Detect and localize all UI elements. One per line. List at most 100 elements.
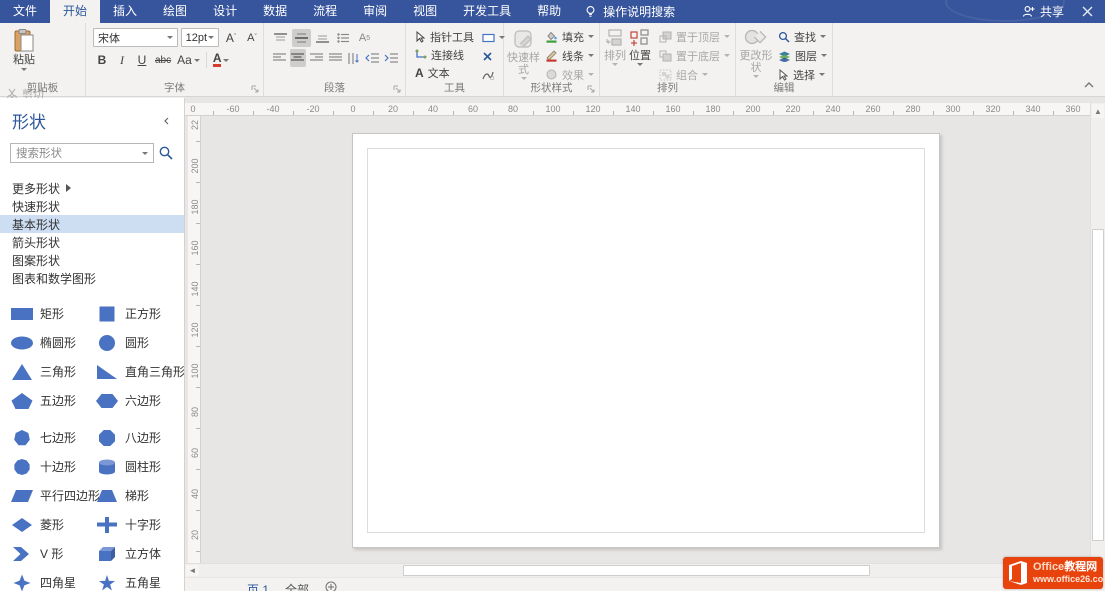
tab-10[interactable]: 帮助 (524, 0, 574, 23)
align-center-button[interactable] (290, 49, 307, 67)
close-icon[interactable] (1082, 6, 1093, 17)
tab-1[interactable]: 开始 (50, 0, 100, 23)
shape-category-0[interactable]: 更多形状 (0, 179, 184, 197)
underline-button[interactable]: U (133, 51, 151, 69)
quick-styles-button[interactable]: 快速样式 (507, 26, 540, 83)
change-case-button[interactable]: Aa (175, 51, 202, 69)
align-right-button[interactable] (308, 49, 325, 67)
italic-button[interactable]: I (113, 51, 131, 69)
ribbon-filler (833, 23, 1105, 96)
drawing-page[interactable] (352, 133, 940, 548)
page-tab[interactable]: 页 1 (247, 581, 269, 591)
find-button[interactable]: 查找 (775, 28, 830, 45)
shape-item-decagon[interactable]: 十边形 (0, 452, 85, 481)
horizontal-scrollbar[interactable]: ◄ (185, 563, 1090, 577)
shape-category-5[interactable]: 图表和数学图形 (0, 269, 184, 287)
bold-button[interactable]: B (93, 51, 111, 69)
insert-page-icon[interactable] (325, 581, 337, 591)
scroll-up-button[interactable]: ▲ (1092, 104, 1104, 118)
align-top-button[interactable] (271, 29, 290, 47)
shape-item-star5[interactable]: 五角星 (85, 568, 170, 591)
bring-to-front-button[interactable]: 置于顶层 (656, 28, 733, 45)
shrink-font-button[interactable]: Aˇ (243, 29, 261, 47)
shape-item-heptagon[interactable]: 七边形 (0, 423, 85, 452)
shape-style-dialog-launcher[interactable] (587, 85, 596, 94)
shape-item-chevron[interactable]: V 形 (0, 539, 85, 568)
align-button[interactable]: 排列 (603, 26, 627, 83)
text-tool-button[interactable]: A 文本 (413, 64, 476, 81)
fill-button[interactable]: 填充 (542, 28, 597, 45)
bullets-button[interactable] (334, 29, 353, 47)
shape-item-trapezoid[interactable]: 梯形 (85, 481, 170, 510)
font-size-combo[interactable]: 12pt (181, 28, 219, 47)
shape-item-star4[interactable]: 四角星 (0, 568, 85, 591)
shape-category-label: 图表和数学图形 (12, 270, 96, 287)
shape-category-2[interactable]: 基本形状 (0, 215, 184, 233)
scroll-left-button[interactable]: ◄ (186, 565, 199, 576)
strikethrough-button[interactable]: abc (153, 51, 173, 69)
font-name-combo[interactable]: 宋体 (93, 28, 178, 47)
font-color-button[interactable]: A (211, 51, 232, 69)
horizontal-scroll-thumb[interactable] (403, 565, 870, 576)
all-pages-tab[interactable]: 全部 (285, 581, 309, 591)
search-shapes-input[interactable]: 搜索形状 (10, 143, 154, 163)
shape-category-1[interactable]: 快速形状 (0, 197, 184, 215)
text-size-button[interactable]: A5 (355, 29, 374, 47)
shape-item-rect[interactable]: 矩形 (0, 299, 85, 328)
search-icon[interactable] (158, 145, 174, 161)
increase-indent-button[interactable] (382, 49, 399, 67)
paste-button[interactable]: 粘贴 (3, 26, 45, 83)
tab-5[interactable]: 数据 (250, 0, 300, 23)
shape-item-circle[interactable]: 圆形 (85, 328, 170, 357)
shape-item-octagon[interactable]: 八边形 (85, 423, 170, 452)
drawing-canvas-area: 0-60-40-20020406080100120140160180200220… (185, 97, 1105, 591)
pointer-tool-button[interactable]: 指针工具 (413, 28, 476, 45)
justify-button[interactable] (327, 49, 344, 67)
align-label: 排列 (604, 50, 626, 62)
shape-item-cross[interactable]: 十字形 (85, 510, 170, 539)
change-shape-button[interactable]: 更改形状 (739, 26, 773, 83)
shape-category-4[interactable]: 图案形状 (0, 251, 184, 269)
paragraph-dialog-launcher[interactable] (393, 85, 402, 94)
tab-9[interactable]: 开发工具 (450, 0, 524, 23)
paste-icon (11, 28, 37, 54)
tell-me-box[interactable]: 操作说明搜索 (574, 0, 685, 23)
layers-button[interactable]: 图层 (775, 47, 830, 64)
tab-7[interactable]: 审阅 (350, 0, 400, 23)
shape-item-hexagon[interactable]: 六边形 (85, 386, 170, 415)
connection-point-tool-button[interactable] (480, 48, 507, 65)
tab-6[interactable]: 流程 (300, 0, 350, 23)
align-bottom-button[interactable] (313, 29, 332, 47)
text-direction-button[interactable] (345, 49, 362, 67)
line-button[interactable]: 线条 (542, 47, 597, 64)
vertical-scrollbar[interactable]: ▲ ▼ (1090, 103, 1105, 577)
shape-item-ellipse[interactable]: 椭圆形 (0, 328, 85, 357)
tab-8[interactable]: 视图 (400, 0, 450, 23)
align-middle-button[interactable] (292, 29, 311, 47)
tab-2[interactable]: 插入 (100, 0, 150, 23)
shape-item-parallelogram[interactable]: 平行四边形 (0, 481, 85, 510)
shape-item-pentagon[interactable]: 五边形 (0, 386, 85, 415)
shape-item-right-triangle[interactable]: 直角三角形 (85, 357, 170, 386)
collapse-ribbon-button[interactable] (1081, 79, 1097, 91)
shape-item-cube[interactable]: 立方体 (85, 539, 170, 568)
tab-file[interactable]: 文件 (0, 0, 50, 23)
font-dialog-launcher[interactable] (251, 85, 260, 94)
shape-item-square[interactable]: 正方形 (85, 299, 170, 328)
shape-item-diamond[interactable]: 菱形 (0, 510, 85, 539)
send-to-back-button[interactable]: 置于底层 (656, 47, 733, 64)
rectangle-tool-button[interactable] (480, 29, 507, 46)
shape-item-cylinder[interactable]: 圆柱形 (85, 452, 170, 481)
position-button[interactable]: 位置 (628, 26, 652, 83)
tab-3[interactable]: 绘图 (150, 0, 200, 23)
grow-font-button[interactable]: Aˆ (222, 29, 240, 47)
collapse-panel-icon[interactable] (162, 116, 172, 126)
vertical-scroll-thumb[interactable] (1092, 229, 1104, 541)
shape-item-triangle[interactable]: 三角形 (0, 357, 85, 386)
h-ruler-label: 300 (945, 104, 960, 114)
tab-4[interactable]: 设计 (200, 0, 250, 23)
decrease-indent-button[interactable] (364, 49, 381, 67)
align-left-button[interactable] (271, 49, 288, 67)
shape-category-3[interactable]: 箭头形状 (0, 233, 184, 251)
connector-button[interactable]: 连接线 (413, 46, 476, 63)
